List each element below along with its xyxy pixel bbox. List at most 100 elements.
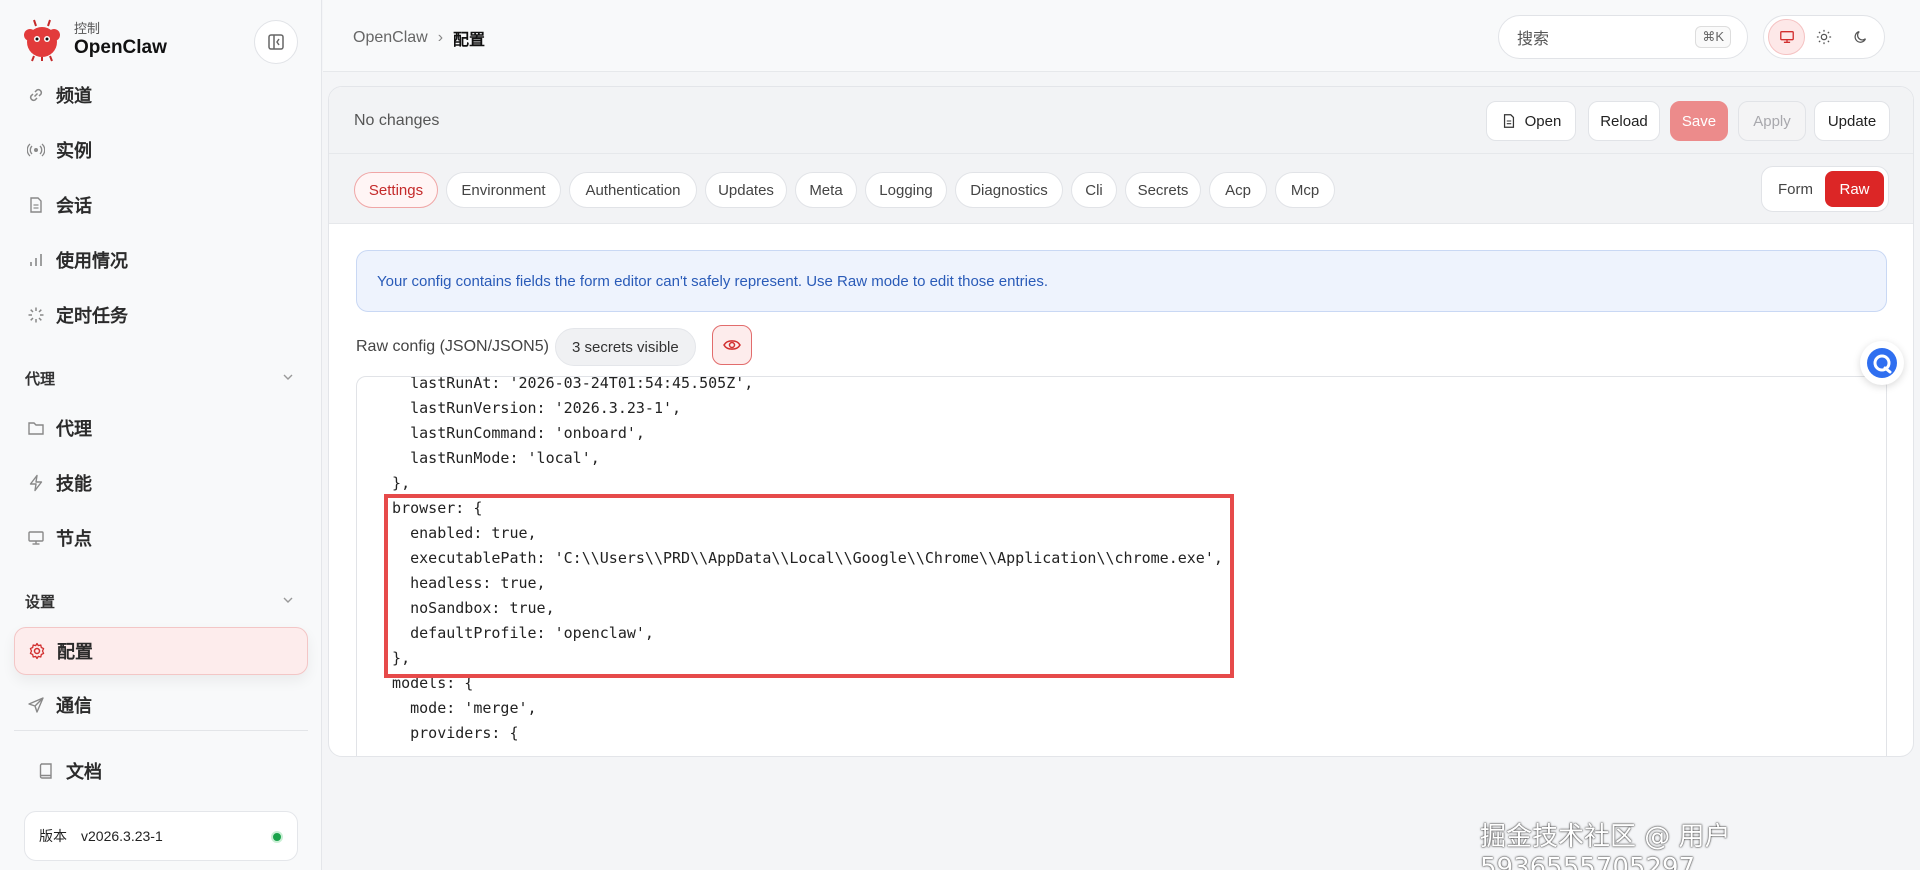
collapse-sidebar-button[interactable] (254, 20, 298, 64)
openclaw-logo-icon (20, 18, 64, 62)
link-icon (26, 85, 46, 105)
tab-updates[interactable]: Updates (705, 172, 787, 208)
tab-authentication[interactable]: Authentication (569, 172, 697, 208)
sidebar-item-cron[interactable]: 定时任务 (14, 292, 308, 338)
document-icon (26, 195, 46, 215)
brand[interactable]: 控制 OpenClaw (20, 18, 167, 62)
apply-button[interactable]: Apply (1738, 101, 1806, 141)
file-icon (1503, 114, 1514, 128)
raw-mode-button[interactable]: Raw (1825, 171, 1884, 207)
chevron-down-icon[interactable] (282, 370, 294, 388)
search-placeholder: 搜索 (1517, 31, 1550, 48)
tab-secrets[interactable]: Secrets (1125, 172, 1201, 208)
raw-config-label: Raw config (JSON/JSON5) (356, 338, 549, 355)
lightning-icon (26, 473, 46, 493)
brand-title: OpenClaw (74, 37, 167, 58)
config-section-tabs: Settings Environment Authentication Upda… (329, 154, 1913, 224)
sidebar-item-comms[interactable]: 通信 (14, 682, 308, 728)
eye-icon (723, 340, 741, 350)
sidebar-item-sessions[interactable]: 会话 (14, 182, 308, 228)
tab-mcp[interactable]: Mcp (1275, 172, 1335, 208)
broadcast-icon (26, 140, 46, 160)
sidebar-item-label: 配置 (57, 642, 93, 662)
sun-icon (1816, 29, 1832, 45)
info-banner: Your config contains fields the form edi… (356, 250, 1887, 312)
tab-acp[interactable]: Acp (1209, 172, 1267, 208)
theme-switcher (1763, 15, 1885, 59)
annotation-highlight-box (384, 494, 1234, 678)
sidebar: 控制 OpenClaw 频道 实例 会话 使用情况 定时任务 代理 代理 技能 … (0, 0, 322, 870)
sidebar-item-label: 使用情况 (56, 251, 128, 271)
sidebar-item-label: 文档 (66, 762, 102, 782)
tab-cli[interactable]: Cli (1071, 172, 1117, 208)
send-icon (26, 695, 46, 715)
version-label: 版本 (39, 828, 67, 844)
update-button[interactable]: Update (1814, 101, 1890, 141)
sidebar-item-label: 频道 (56, 86, 92, 106)
tab-meta[interactable]: Meta (795, 172, 857, 208)
sidebar-item-docs[interactable]: 文档 (24, 748, 318, 794)
open-button[interactable]: Open (1486, 101, 1576, 141)
moon-icon (1854, 31, 1867, 43)
open-label: Open (1524, 112, 1562, 130)
editor-mode-toggle: Form Raw (1761, 166, 1889, 212)
sidebar-item-label: 代理 (56, 419, 92, 439)
code-line: mode: 'merge', (374, 699, 537, 717)
breadcrumb-root[interactable]: OpenClaw (353, 29, 428, 47)
code-line: lastRunMode: 'local', (374, 449, 600, 467)
assistant-float-button[interactable] (1860, 341, 1904, 385)
tab-environment[interactable]: Environment (446, 172, 561, 208)
theme-light-button[interactable] (1805, 19, 1842, 55)
sidebar-toggle-icon (268, 34, 284, 50)
sidebar-item-config[interactable]: 配置 (14, 627, 308, 675)
sidebar-item-label: 会话 (56, 196, 92, 216)
search-input[interactable]: 搜索 ⌘K (1498, 15, 1748, 59)
breadcrumb-separator: › (437, 29, 444, 46)
sidebar-item-agent[interactable]: 代理 (14, 405, 308, 451)
book-icon (36, 761, 56, 781)
code-line: lastRunAt: '2026-03-24T01:54:45.505Z', (374, 376, 754, 392)
monitor-icon (26, 528, 46, 548)
loader-icon (26, 305, 46, 325)
version-badge: 版本 v2026.3.23-1 (24, 811, 298, 861)
sidebar-item-usage[interactable]: 使用情况 (14, 237, 308, 283)
version-value: v2026.3.23-1 (81, 828, 163, 844)
change-status: No changes (354, 112, 440, 129)
code-line: }, (374, 474, 411, 492)
sidebar-item-label: 通信 (56, 696, 92, 716)
watermark: 掘金技术社区 @ 用户5936555705297 (1480, 822, 1731, 870)
breadcrumb: OpenClaw › 配置 (353, 26, 485, 50)
sidebar-item-skills[interactable]: 技能 (14, 460, 308, 506)
code-line: lastRunVersion: '2026.3.23-1', (374, 399, 682, 417)
brand-subtitle: 控制 (74, 21, 101, 36)
theme-dark-button[interactable] (1843, 19, 1880, 55)
sidebar-item-label: 实例 (56, 141, 92, 161)
config-toolbar: No changes Open Reload Save Apply Update (329, 87, 1913, 154)
tab-diagnostics[interactable]: Diagnostics (955, 172, 1063, 208)
theme-system-button[interactable] (1768, 19, 1806, 55)
breadcrumb-current: 配置 (453, 32, 486, 49)
sidebar-item-label: 技能 (56, 474, 92, 494)
reload-button[interactable]: Reload (1588, 101, 1660, 141)
chevron-down-icon[interactable] (282, 593, 294, 611)
code-line: lastRunCommand: 'onboard', (374, 424, 645, 442)
topbar: OpenClaw › 配置 搜索 ⌘K (323, 0, 1920, 72)
tab-logging[interactable]: Logging (865, 172, 947, 208)
sidebar-divider (14, 730, 308, 731)
assistant-icon (1867, 348, 1897, 378)
sidebar-item-label: 节点 (56, 529, 92, 549)
folder-icon (26, 418, 46, 438)
form-mode-button[interactable]: Form (1766, 171, 1825, 207)
sidebar-item-instances[interactable]: 实例 (14, 127, 308, 173)
sidebar-item-channels[interactable]: 频道 (14, 72, 308, 118)
section-settings-label: 设置 (25, 594, 56, 611)
save-button[interactable]: Save (1670, 101, 1728, 141)
status-dot (271, 831, 283, 843)
gear-icon (27, 641, 47, 661)
sidebar-item-nodes[interactable]: 节点 (14, 515, 308, 561)
toggle-secrets-button[interactable] (712, 325, 752, 365)
tab-settings[interactable]: Settings (354, 172, 438, 208)
monitor-icon (1779, 31, 1794, 43)
section-agent-label: 代理 (25, 371, 56, 388)
